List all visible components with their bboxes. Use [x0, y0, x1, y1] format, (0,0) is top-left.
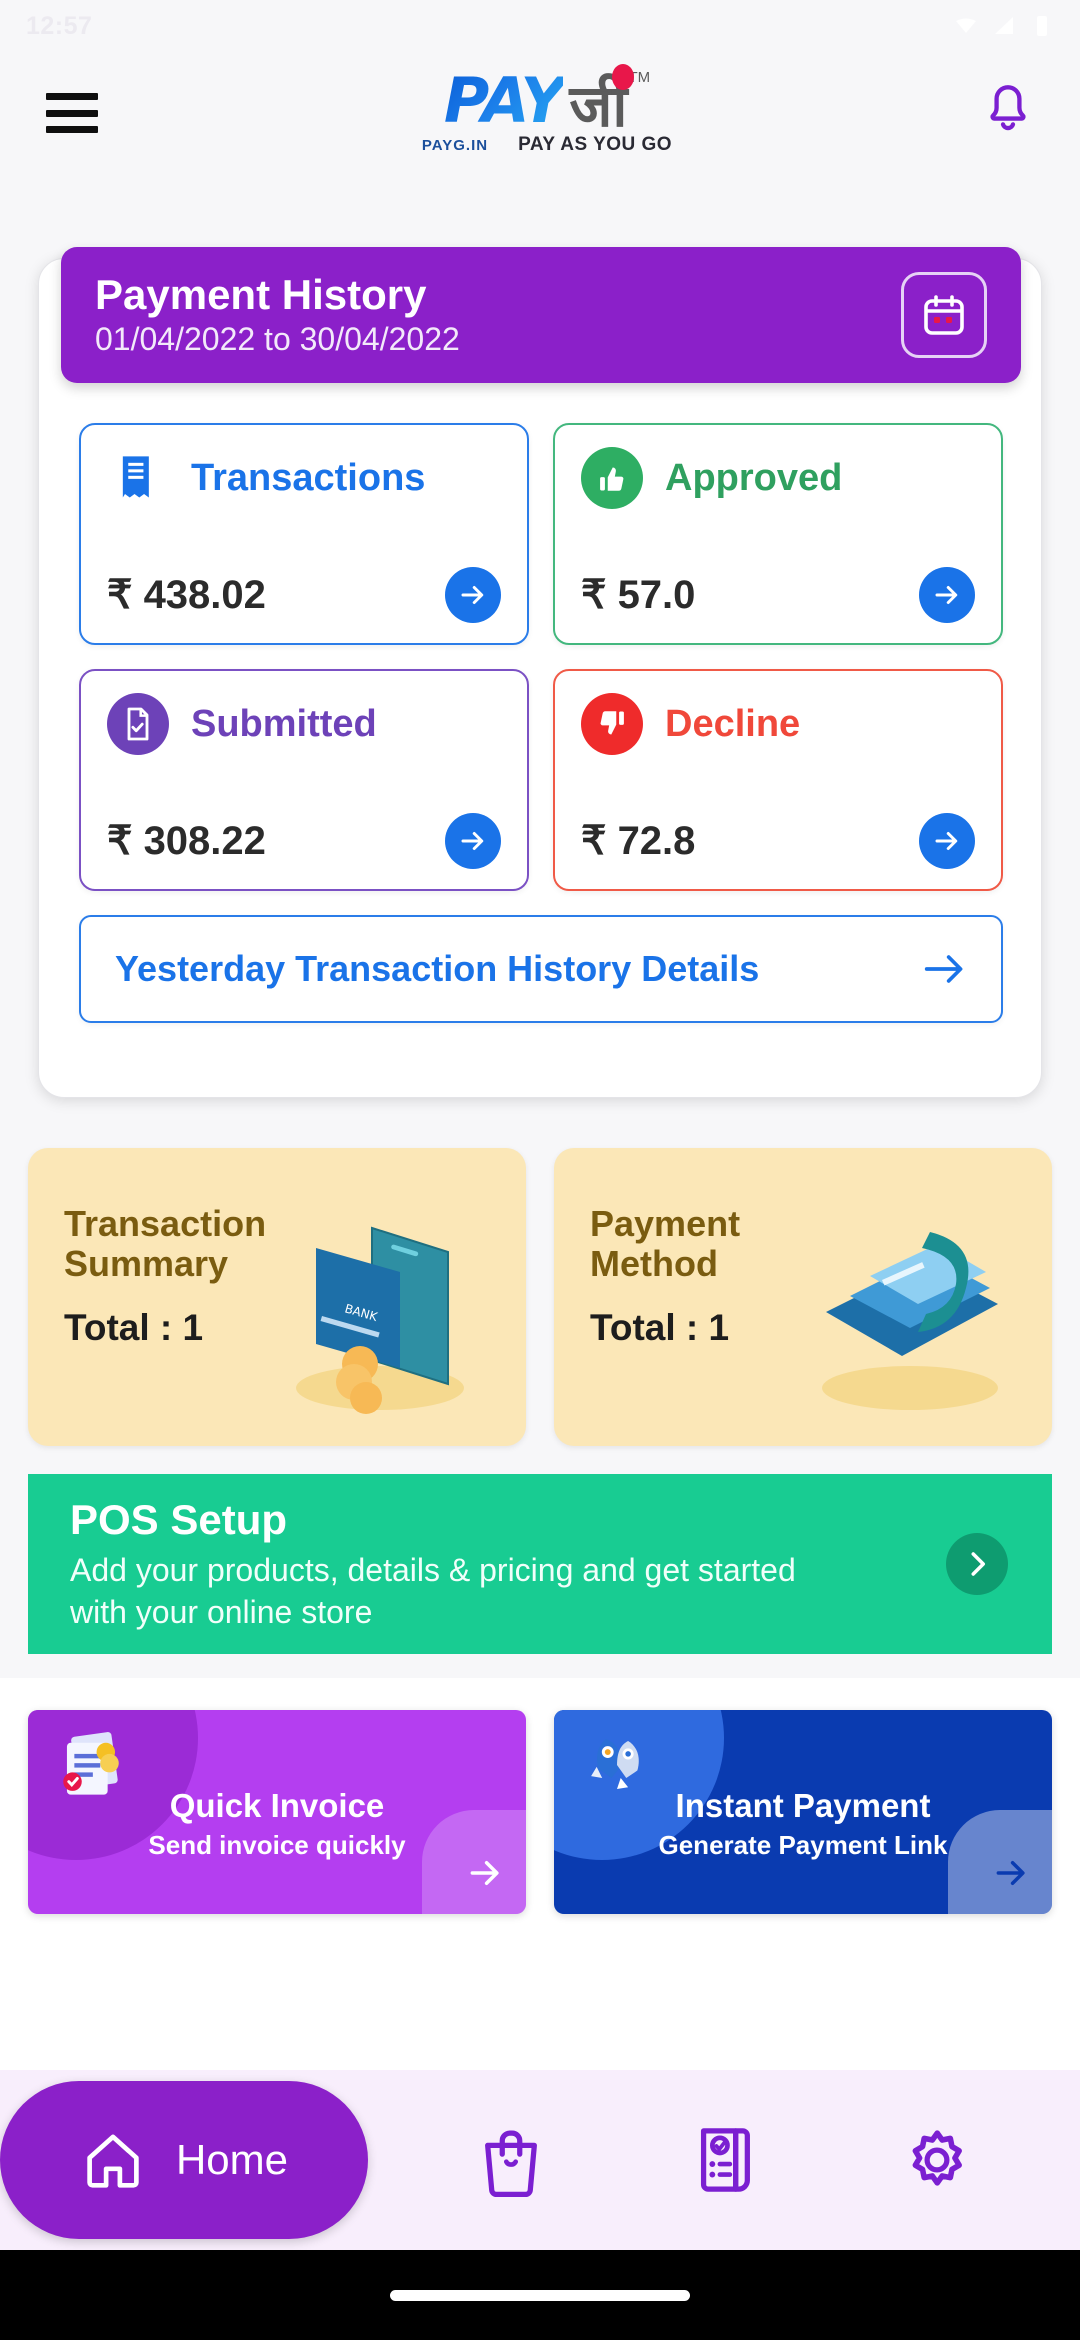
payment-history-header: Payment History 01/04/2022 to 30/04/2022 [61, 247, 1021, 383]
tile-footer: ₹ 438.02 [107, 567, 501, 623]
quick-invoice-card[interactable]: Quick Invoice Send invoice quickly [28, 1710, 526, 1914]
tile-label: Submitted [191, 702, 377, 745]
pos-setup-text: POS Setup Add your products, details & p… [70, 1495, 850, 1634]
quick-action-title: Instant Payment [675, 1787, 931, 1824]
pos-setup-banner[interactable]: POS Setup Add your products, details & p… [28, 1474, 1052, 1654]
stat-tiles: Transactions ₹ 438.02 Approved ₹ 57.0 Su… [79, 423, 1003, 891]
quick-actions-section: Quick Invoice Send invoice quickly Insta… [0, 1678, 1080, 2078]
tile-header: Decline [581, 693, 975, 755]
thumbs-up-icon [581, 447, 643, 509]
tile-arrow-button[interactable] [919, 813, 975, 869]
gesture-bar[interactable] [390, 2289, 690, 2301]
logo-dot [611, 64, 634, 90]
status-time: 12:57 [26, 11, 93, 40]
battery-icon [1037, 16, 1047, 36]
bottom-navigation: Home [0, 2070, 1080, 2250]
quick-action-arrow-button[interactable] [948, 1810, 1052, 1914]
nav-item-shop[interactable] [451, 2100, 571, 2220]
pos-setup-title: POS Setup [70, 1495, 288, 1543]
tile-label: Decline [665, 702, 801, 745]
tile-label: Transactions [191, 456, 426, 499]
instant-payment-card[interactable]: Instant Payment Generate Payment Link [554, 1710, 1052, 1914]
yesterday-transaction-label: Yesterday Transaction History Details [115, 948, 760, 989]
logo-pay-text: PAY [443, 64, 566, 137]
status-bar: 12:57 [0, 0, 1080, 52]
quick-actions: Quick Invoice Send invoice quickly Insta… [28, 1710, 1052, 1914]
page-content: Payment History 01/04/2022 to 30/04/2022 [0, 174, 1080, 2250]
stat-tile-decline[interactable]: Decline ₹ 72.8 [553, 669, 1003, 891]
signal-icon [995, 17, 1013, 34]
tile-amount: ₹ 72.8 [581, 819, 696, 863]
page-title: Payment History [95, 271, 427, 319]
stat-tile-submitted[interactable]: Submitted ₹ 308.22 [79, 669, 529, 891]
quick-action-arrow-button[interactable] [422, 1810, 526, 1914]
payment-history-header-text: Payment History 01/04/2022 to 30/04/2022 [95, 271, 460, 358]
pos-setup-description: Add your products, details & pricing and… [70, 1551, 796, 1631]
app-logo: PAY जी TM PAYG.IN PAY AS YOU GO [422, 64, 672, 156]
hamburger-menu-icon[interactable] [46, 93, 98, 133]
gear-icon [912, 2130, 963, 2186]
logo-domain: PAYG.IN [421, 137, 489, 154]
tile-header: Approved [581, 447, 975, 509]
tile-header: Transactions [107, 447, 501, 509]
date-range-label: 01/04/2022 to 30/04/2022 [95, 320, 460, 357]
quick-action-subtitle: Send invoice quickly [148, 1830, 406, 1860]
summary-card-payment-method[interactable]: Payment Method Total : 1 [554, 1148, 1052, 1446]
nav-items-rest [368, 2100, 1080, 2220]
thumbs-down-icon [581, 693, 643, 755]
phone-card-coins-illustration: BANK [256, 1192, 516, 1427]
document-check-icon [107, 693, 169, 755]
chevron-right-icon[interactable] [946, 1533, 1008, 1595]
invoice-list-icon [700, 2128, 750, 2192]
nav-item-home-label: Home [175, 2136, 289, 2183]
shopping-bag-icon [484, 2130, 537, 2198]
receipt-icon [107, 447, 169, 509]
app-header: PAY जी TM PAYG.IN PAY AS YOU GO [0, 52, 1080, 174]
payment-history-card: Payment History 01/04/2022 to 30/04/2022 [38, 247, 1042, 1098]
status-icons [954, 14, 1054, 38]
bell-icon[interactable] [982, 83, 1034, 144]
tile-arrow-button[interactable] [445, 567, 501, 623]
tile-footer: ₹ 57.0 [581, 567, 975, 623]
tile-footer: ₹ 72.8 [581, 813, 975, 869]
tile-arrow-button[interactable] [445, 813, 501, 869]
tile-label: Approved [665, 456, 843, 499]
tile-amount: ₹ 438.02 [107, 573, 266, 617]
quick-action-subtitle: Generate Payment Link [658, 1830, 948, 1860]
invoice-document-icon [54, 1728, 128, 1807]
tile-amount: ₹ 308.22 [107, 819, 266, 863]
quick-action-title: Quick Invoice [169, 1787, 385, 1824]
nav-item-invoices[interactable] [664, 2100, 784, 2220]
yesterday-transaction-link[interactable]: Yesterday Transaction History Details [79, 915, 1003, 1023]
summary-cards: Transaction Summary Total : 1 BANK Payme… [28, 1148, 1052, 1446]
tile-header: Submitted [107, 693, 501, 755]
arrow-right-icon [924, 955, 963, 983]
nav-item-settings[interactable] [877, 2100, 997, 2220]
logo-subtitle: PAYG.IN PAY AS YOU GO [422, 134, 672, 156]
gesture-navigation-area [0, 2250, 1080, 2340]
tile-footer: ₹ 308.22 [107, 813, 501, 869]
wifi-icon [956, 18, 976, 33]
logo-mark: PAY जी TM [443, 64, 650, 137]
calendar-icon[interactable] [901, 272, 987, 358]
summary-card-transaction[interactable]: Transaction Summary Total : 1 BANK [28, 1148, 526, 1446]
nav-item-home[interactable]: Home [0, 2081, 368, 2239]
rocket-icon [580, 1728, 654, 1807]
home-icon [87, 2134, 139, 2188]
stat-tile-transactions[interactable]: Transactions ₹ 438.02 [79, 423, 529, 645]
tile-arrow-button[interactable] [919, 567, 975, 623]
cards-payment-illustration [782, 1192, 1042, 1427]
stat-tile-approved[interactable]: Approved ₹ 57.0 [553, 423, 1003, 645]
tile-amount: ₹ 57.0 [581, 573, 696, 617]
